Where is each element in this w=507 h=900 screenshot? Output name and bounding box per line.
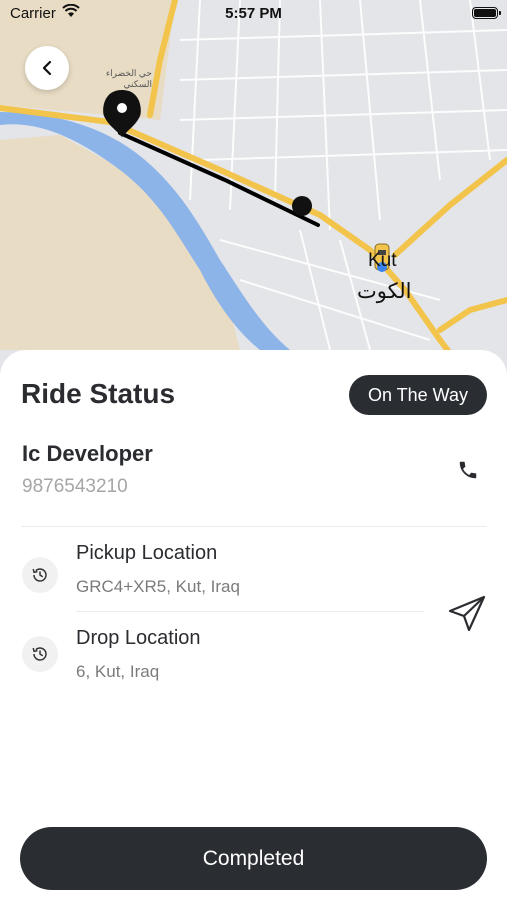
status-badge: On The Way (348, 375, 487, 415)
history-icon (22, 557, 58, 593)
drop-label: Drop Location (76, 627, 201, 649)
section-divider (21, 526, 487, 527)
chevron-left-icon (42, 60, 52, 76)
district-label: حي الخضراء السكني (105, 68, 152, 89)
driver-phone: 9876543210 (22, 476, 128, 497)
city-label-ar: الكوت (357, 280, 412, 303)
clock: 5:57 PM (225, 5, 282, 22)
status-bar: Carrier 5:57 PM (0, 0, 507, 28)
pickup-address: GRC4+XR5, Kut, Iraq (76, 577, 240, 596)
drop-marker-icon (292, 196, 312, 216)
map-view[interactable]: حي الخضراء السكني Kut الكوت (0, 0, 507, 380)
map-canvas[interactable] (0, 0, 507, 380)
location-divider (76, 611, 424, 612)
pickup-label: Pickup Location (76, 542, 218, 564)
ride-status-sheet: Ride Status On The Way Ic Developer 9876… (0, 350, 507, 900)
page-title: Ride Status (21, 378, 176, 409)
back-button[interactable] (25, 46, 69, 90)
navigate-button[interactable] (446, 592, 488, 634)
battery-icon (472, 7, 501, 19)
city-label-en: Kut (368, 250, 397, 271)
driver-name: Ic Developer (22, 441, 153, 466)
drop-address: 6, Kut, Iraq (76, 662, 160, 681)
history-icon (22, 636, 58, 672)
call-button[interactable] (457, 459, 479, 481)
send-icon (448, 595, 486, 632)
phone-icon (459, 461, 477, 479)
completed-button[interactable]: Completed (20, 827, 487, 890)
